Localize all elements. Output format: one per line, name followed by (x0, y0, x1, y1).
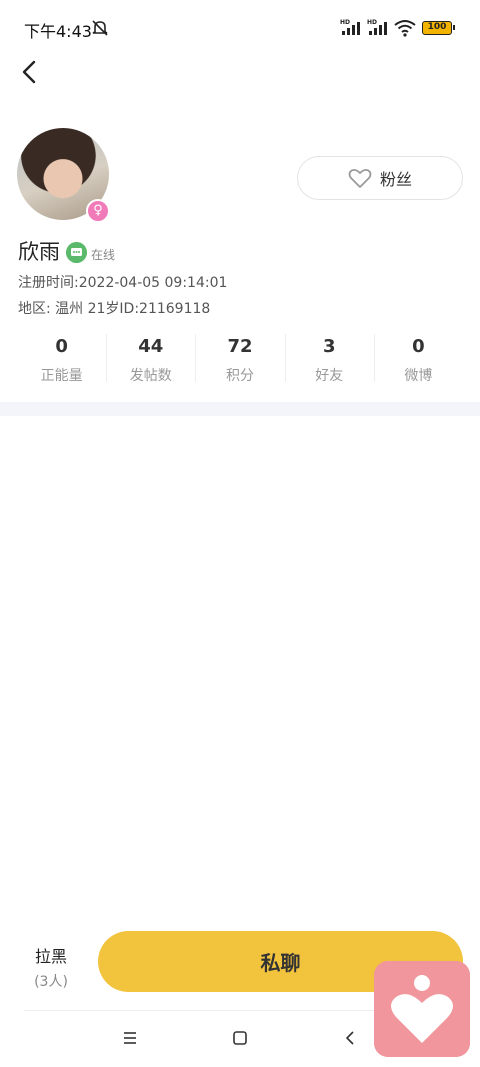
register-time: 注册时间:2022-04-05 09:14:01 (18, 275, 228, 291)
wifi-icon (394, 20, 416, 37)
online-status: 在线 (91, 248, 116, 262)
stat-value: 44 (138, 336, 164, 357)
stat-label: 发帖数 (129, 368, 172, 384)
svg-text:HD: HD (340, 19, 350, 26)
status-bar: 下午4:43 HD HD 100 (0, 0, 480, 56)
home-square-icon[interactable] (230, 1028, 250, 1048)
blacklist-label: 拉黑 (34, 947, 67, 966)
region-info: 地区: 温州 21岁ID:21169118 (18, 301, 211, 317)
battery-indicator: 100 (422, 21, 455, 35)
stat-weibo[interactable]: 0 微博 (373, 330, 463, 384)
stat-positive-energy[interactable]: 0 正能量 (17, 330, 106, 384)
status-time: 下午4:43 (24, 22, 92, 41)
signal-icon: HD (340, 19, 360, 35)
chat-status-icon (66, 242, 87, 263)
stat-label: 正能量 (40, 368, 83, 384)
back-arrow-icon[interactable] (16, 58, 44, 86)
female-gender-icon: ♀ (86, 199, 110, 223)
heart-icon (348, 168, 372, 188)
fans-button-label: 粉丝 (379, 172, 412, 189)
stat-friends[interactable]: 3 好友 (284, 330, 374, 384)
stat-value: 3 (322, 336, 336, 357)
section-divider (0, 402, 480, 416)
nav-back-icon[interactable] (340, 1028, 360, 1048)
username: 欣雨 (18, 240, 60, 264)
floating-heart-app-icon[interactable] (374, 961, 470, 1057)
stats-row: 0 正能量 44 发帖数 72 积分 3 好友 0 微博 (17, 330, 463, 384)
stat-value: 0 (412, 336, 425, 357)
menu-icon[interactable] (120, 1028, 140, 1048)
bell-muted-icon (92, 20, 108, 36)
stat-value: 0 (55, 336, 68, 357)
stat-posts[interactable]: 44 发帖数 (106, 330, 195, 384)
stat-label: 积分 (226, 368, 254, 384)
svg-text:HD: HD (367, 19, 377, 26)
blacklist-count: (3人) (34, 974, 68, 990)
stat-label: 微博 (404, 368, 433, 384)
stat-label: 好友 (315, 368, 344, 384)
stat-value: 72 (227, 336, 253, 357)
signal-icon: HD (367, 19, 387, 35)
fans-button[interactable]: 粉丝 (297, 156, 463, 200)
blacklist-button[interactable]: 拉黑 (3人) (24, 943, 78, 991)
stat-points[interactable]: 72 积分 (195, 330, 284, 384)
